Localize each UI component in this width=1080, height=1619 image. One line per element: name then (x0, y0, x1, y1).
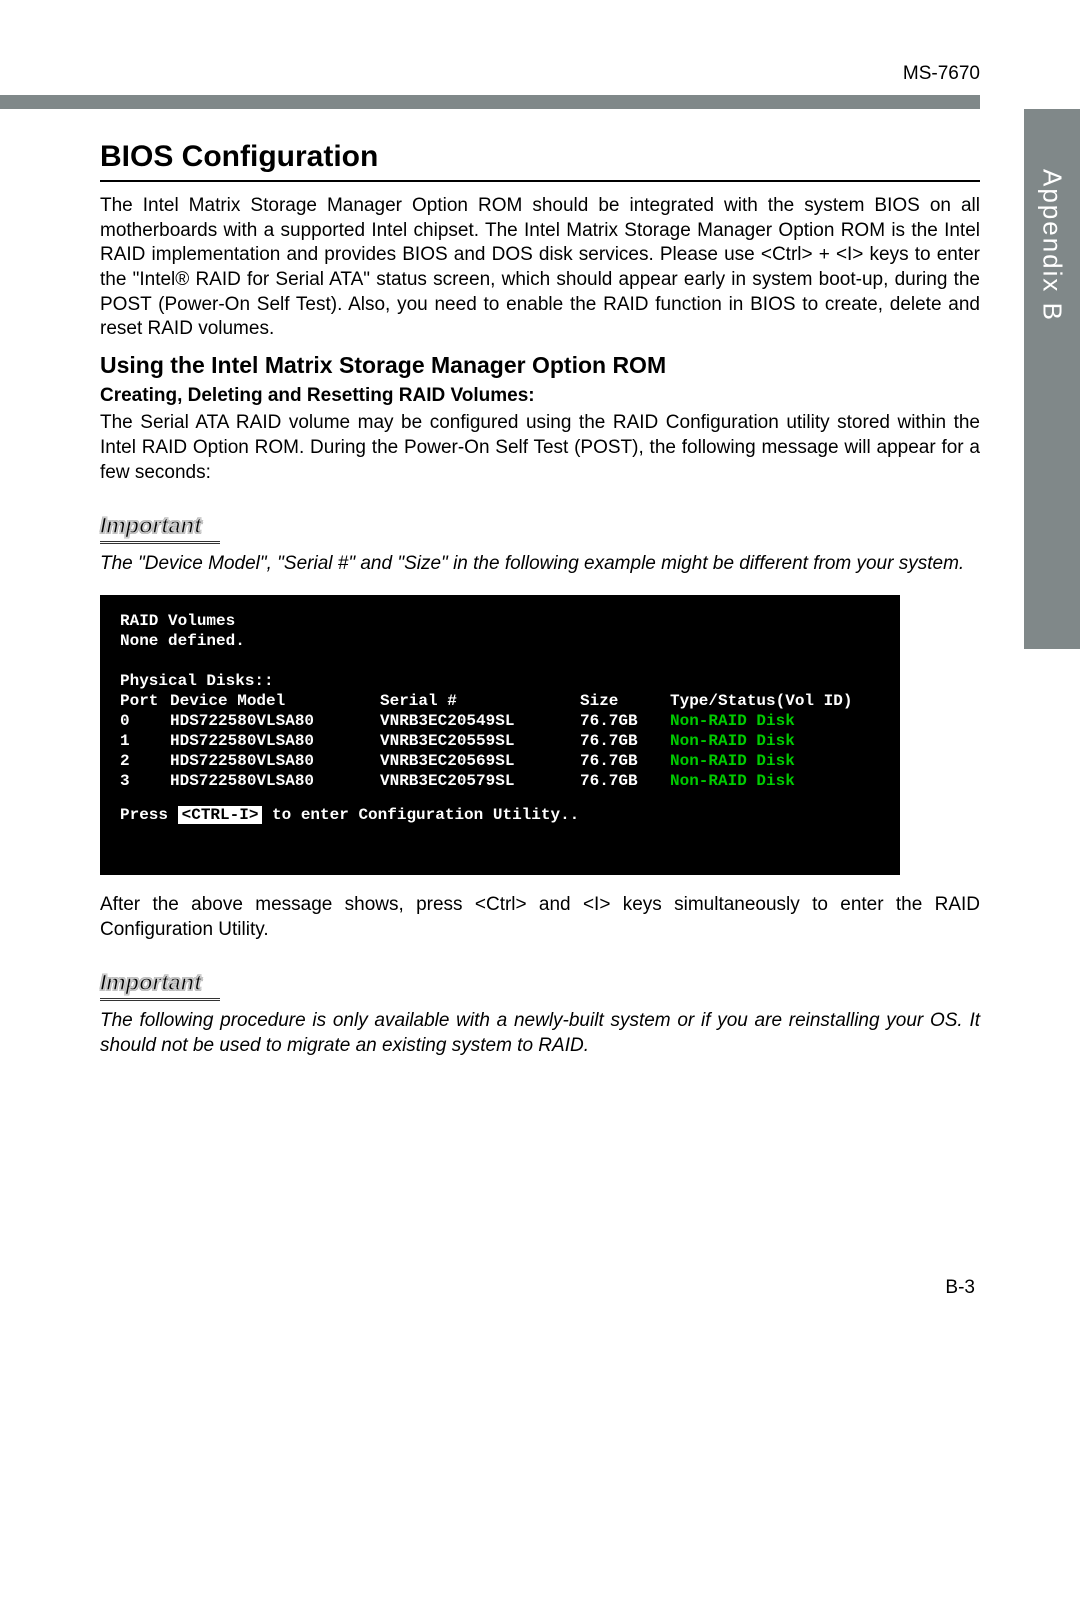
intro-paragraph: The Intel Matrix Storage Manager Option … (100, 194, 980, 342)
row-model: HDS722580VLSA80 (170, 751, 380, 771)
physical-disks-title: Physical Disks:: (120, 671, 880, 691)
important-label-2: Important (100, 970, 201, 996)
side-tab-label: Appendix B (1037, 169, 1068, 322)
press-post: to enter Configuration Utility.. (262, 806, 579, 824)
row-port: 1 (120, 731, 170, 751)
row-size: 76.7GB (580, 731, 670, 751)
row-serial: VNRB3EC20569SL (380, 751, 580, 771)
disk-row: 1 HDS722580VLSA80 VNRB3EC20559SL 76.7GB … (120, 731, 880, 751)
col-status: Type/Status(Vol ID) (670, 691, 852, 711)
raid-volumes-status: None defined. (120, 631, 880, 651)
row-size: 76.7GB (580, 711, 670, 731)
press-line: Press <CTRL-I> to enter Configuration Ut… (120, 805, 880, 825)
side-tab: Appendix B (1024, 109, 1080, 649)
important-text-1: The "Device Model", "Serial #" and "Size… (100, 552, 980, 577)
row-status: Non-RAID Disk (670, 771, 795, 791)
important-underline-2 (100, 998, 220, 1001)
row-port: 2 (120, 751, 170, 771)
row-size: 76.7GB (580, 751, 670, 771)
raid-volumes-title: RAID Volumes (120, 611, 880, 631)
title-underline (100, 180, 980, 182)
row-status: Non-RAID Disk (670, 751, 795, 771)
paragraph-3: After the above message shows, press <Ct… (100, 893, 980, 942)
page-title: BIOS Configuration (100, 140, 980, 174)
ctrl-i-key: <CTRL-I> (178, 806, 263, 824)
col-model: Device Model (170, 691, 380, 711)
row-serial: VNRB3EC20559SL (380, 731, 580, 751)
row-model: HDS722580VLSA80 (170, 771, 380, 791)
model-number: MS-7670 (903, 63, 980, 85)
row-status: Non-RAID Disk (670, 711, 795, 731)
row-model: HDS722580VLSA80 (170, 731, 380, 751)
press-pre: Press (120, 806, 178, 824)
row-status: Non-RAID Disk (670, 731, 795, 751)
col-size: Size (580, 691, 670, 711)
important-underline-1 (100, 541, 220, 544)
row-port: 3 (120, 771, 170, 791)
important-text-2: The following procedure is only availabl… (100, 1009, 980, 1058)
disk-row: 3 HDS722580VLSA80 VNRB3EC20579SL 76.7GB … (120, 771, 880, 791)
col-port: Port (120, 691, 170, 711)
disk-row: 2 HDS722580VLSA80 VNRB3EC20569SL 76.7GB … (120, 751, 880, 771)
sub-subtitle: Creating, Deleting and Resetting RAID Vo… (100, 385, 980, 407)
col-serial: Serial # (380, 691, 580, 711)
page-content: BIOS Configuration The Intel Matrix Stor… (100, 140, 980, 1059)
row-serial: VNRB3EC20579SL (380, 771, 580, 791)
bios-screen: RAID Volumes None defined. Physical Disk… (100, 595, 900, 875)
paragraph-2: The Serial ATA RAID volume may be config… (100, 411, 980, 485)
page-number: B-3 (945, 1277, 975, 1299)
row-size: 76.7GB (580, 771, 670, 791)
top-bar (0, 95, 980, 109)
subtitle: Using the Intel Matrix Storage Manager O… (100, 352, 980, 379)
disk-row: 0 HDS722580VLSA80 VNRB3EC20549SL 76.7GB … (120, 711, 880, 731)
row-port: 0 (120, 711, 170, 731)
row-model: HDS722580VLSA80 (170, 711, 380, 731)
row-serial: VNRB3EC20549SL (380, 711, 580, 731)
disk-table-header: Port Device Model Serial # Size Type/Sta… (120, 691, 880, 711)
important-label-1: Important (100, 513, 201, 539)
